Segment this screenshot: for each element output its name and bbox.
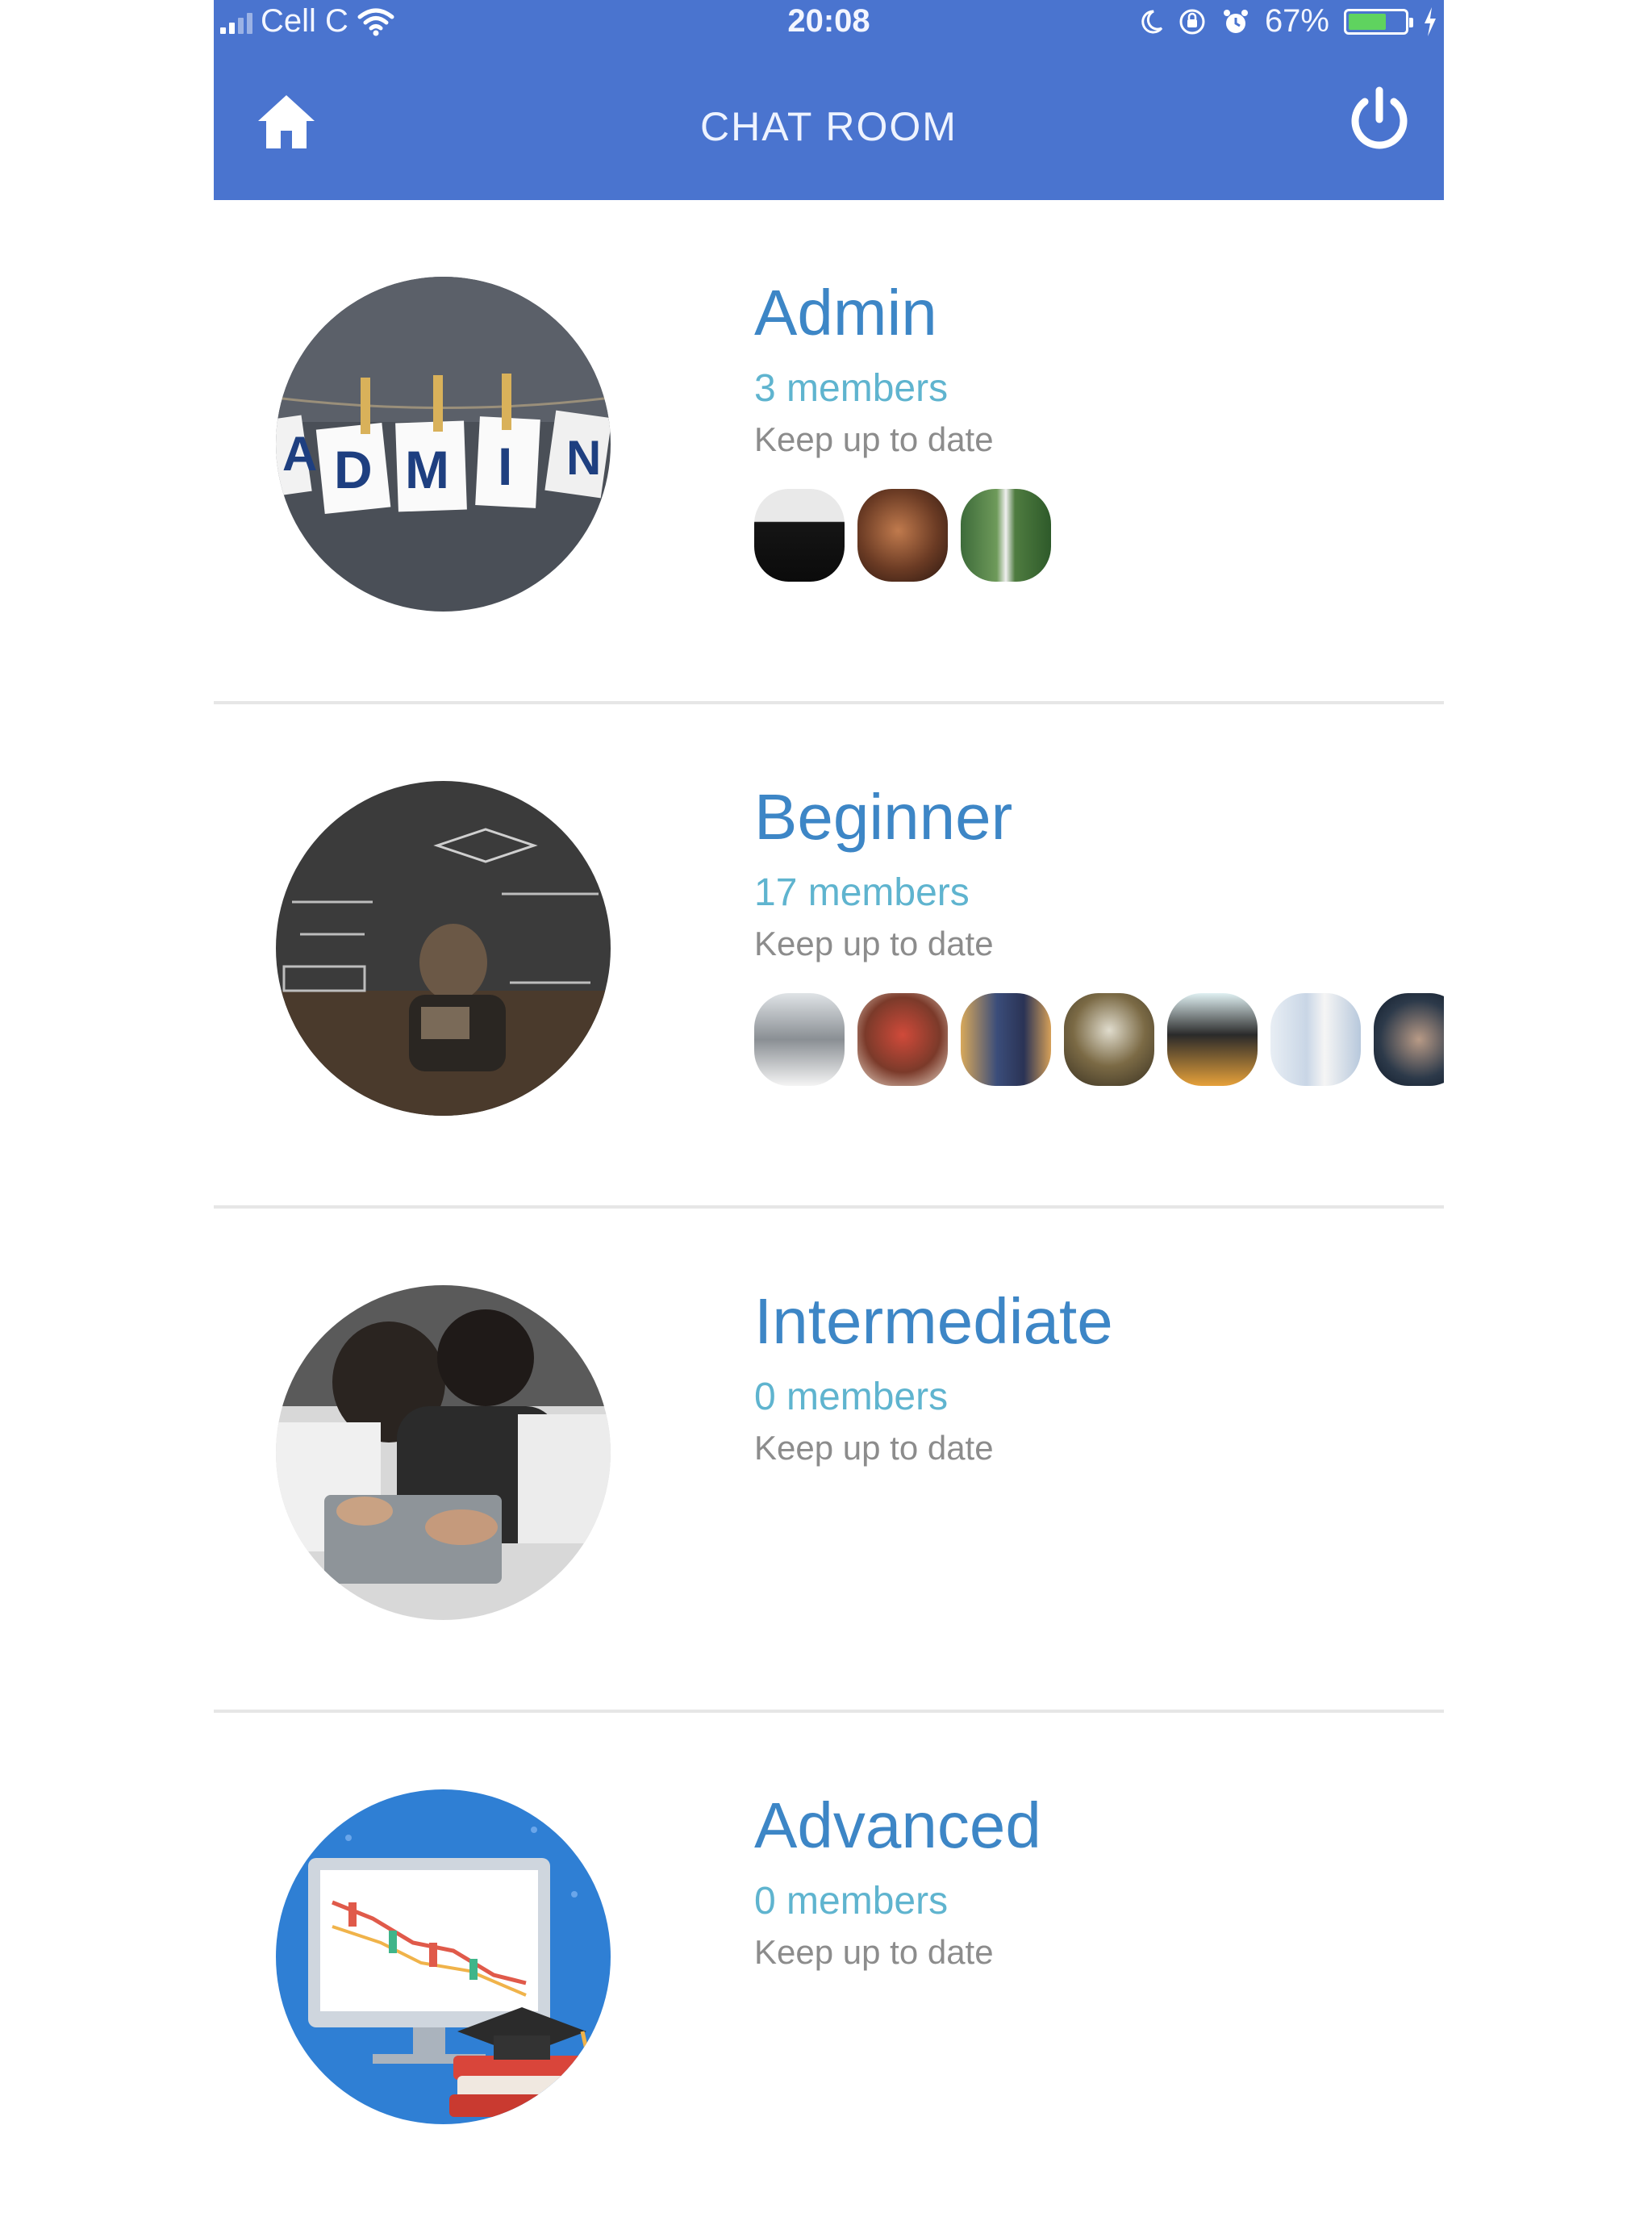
cat-with-graduation-cap-photo [276, 781, 611, 1116]
member-avatar[interactable] [1270, 993, 1361, 1086]
alarm-icon [1223, 9, 1248, 33]
svg-text:D: D [334, 440, 373, 499]
admin-letters-photo: A D M I N [276, 277, 611, 612]
room-subtitle: Keep up to date [754, 1429, 994, 1467]
room-info-advanced: Advanced 0 members Keep up to date [754, 1793, 1444, 1969]
page-title: CHAT ROOM [700, 104, 957, 149]
charging-bolt-icon [1425, 6, 1436, 36]
room-avatar-intermediate [276, 1285, 611, 1620]
room-subtitle: Keep up to date [754, 925, 994, 962]
member-avatar[interactable] [857, 489, 948, 582]
power-icon [1351, 86, 1408, 149]
member-avatar-row [754, 489, 1444, 582]
member-avatar[interactable] [754, 993, 845, 1086]
member-avatar-row [754, 993, 1444, 1086]
room-item-advanced[interactable]: Advanced 0 members Keep up to date [214, 1713, 1444, 2217]
member-avatar[interactable] [857, 993, 948, 1086]
room-avatar-advanced [276, 1789, 611, 2124]
room-subtitle: Keep up to date [754, 1933, 994, 1971]
status-right: 67% [1139, 3, 1437, 40]
svg-text:I: I [498, 436, 512, 496]
orientation-lock-icon [1179, 9, 1205, 34]
room-item-admin[interactable]: A D M I N Admin 3 members Keep up to dat… [214, 200, 1444, 704]
room-member-count: 0 members [754, 1880, 949, 1923]
room-subtitle: Keep up to date [754, 420, 994, 458]
room-avatar-admin: A D M I N [276, 277, 611, 612]
nav-bar: CHAT ROOM [214, 65, 1444, 186]
room-name: Advanced [754, 1789, 1041, 1861]
room-item-intermediate[interactable]: Intermediate 0 members Keep up to date [214, 1209, 1444, 1713]
member-avatar[interactable] [754, 489, 845, 582]
trading-chart-graduation-illustration [276, 1789, 611, 2124]
room-member-count: 0 members [754, 1376, 949, 1418]
member-avatar[interactable] [961, 993, 1051, 1086]
room-member-count: 3 members [754, 367, 949, 410]
member-avatar[interactable] [1064, 993, 1154, 1086]
room-info-admin: Admin 3 members Keep up to date [754, 281, 1444, 582]
room-name: Admin [754, 277, 937, 349]
room-name: Intermediate [754, 1285, 1113, 1357]
people-at-laptops-photo [276, 1285, 611, 1620]
room-member-count: 17 members [754, 871, 970, 914]
member-avatar[interactable] [961, 489, 1051, 582]
svg-text:N: N [566, 431, 601, 485]
battery-percent: 67% [1264, 3, 1329, 39]
status-bar: Cell C 20:08 67% [214, 0, 1444, 48]
moon-icon [1141, 9, 1163, 33]
member-avatar[interactable] [1167, 993, 1258, 1086]
chat-room-screen: Cell C 20:08 67% CHAT ROOM A D M I N Adm… [214, 0, 1444, 2204]
room-avatar-beginner [276, 781, 611, 1116]
svg-text:A: A [282, 427, 317, 481]
app-header: Cell C 20:08 67% CHAT ROOM [214, 0, 1444, 200]
room-name: Beginner [754, 781, 1013, 853]
logout-button[interactable] [1339, 79, 1420, 160]
room-info-intermediate: Intermediate 0 members Keep up to date [754, 1289, 1444, 1465]
room-info-beginner: Beginner 17 members Keep up to date [754, 785, 1444, 1086]
member-avatar[interactable] [1374, 993, 1444, 1086]
battery-icon [1344, 8, 1413, 35]
room-item-beginner[interactable]: Beginner 17 members Keep up to date [214, 704, 1444, 1209]
svg-text:M: M [405, 440, 449, 499]
